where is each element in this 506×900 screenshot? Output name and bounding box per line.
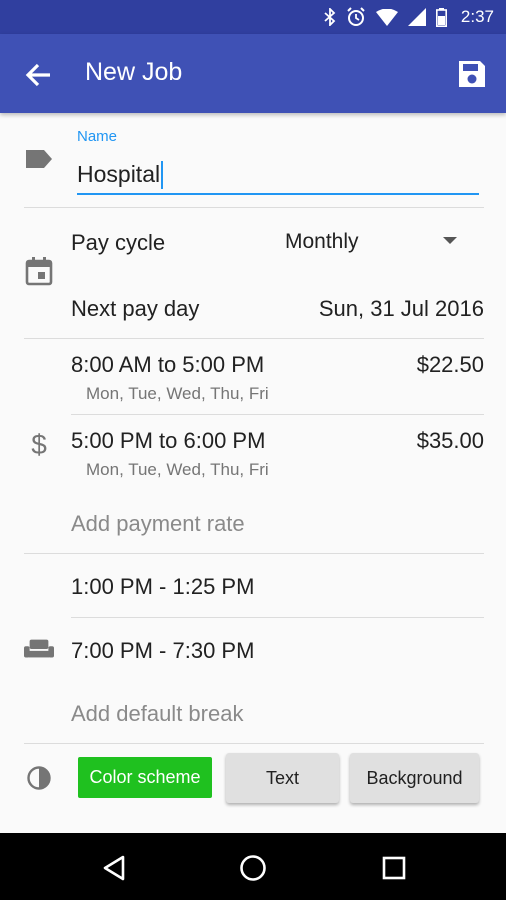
dollar-icon: $ <box>31 429 47 460</box>
add-default-break-button[interactable]: Add default break <box>71 701 243 727</box>
status-time: 2:37 <box>460 7 494 26</box>
rate-days: Mon, Tue, Wed, Thu, Fri <box>86 460 269 479</box>
text-caret <box>161 161 164 189</box>
next-pay-day-value[interactable]: Sun, 31 Jul 2016 <box>319 296 484 322</box>
back-triangle-icon[interactable] <box>97 851 131 885</box>
pay-cycle-select[interactable]: Monthly <box>285 230 359 254</box>
color-scheme-button[interactable]: Color scheme <box>78 757 212 798</box>
back-arrow-icon[interactable] <box>22 58 56 92</box>
pay-cycle-label: Pay cycle <box>71 230 166 255</box>
rate-days: Mon, Tue, Wed, Thu, Fri <box>86 384 269 403</box>
divider <box>24 207 484 208</box>
divider <box>24 553 484 554</box>
rate-time: 8:00 AM to 5:00 PM <box>71 352 265 377</box>
wifi-icon <box>375 8 398 26</box>
alarm-icon <box>346 7 366 27</box>
background-color-button[interactable]: Background <box>350 753 479 803</box>
label-tag-icon <box>24 144 54 174</box>
couch-icon <box>24 634 54 664</box>
recents-square-icon[interactable] <box>377 851 411 885</box>
chevron-down-icon[interactable] <box>443 237 457 244</box>
rate-amount: $22.50 <box>416 352 484 377</box>
name-field[interactable]: Hospital <box>77 157 479 195</box>
home-circle-icon[interactable] <box>236 851 270 885</box>
divider <box>24 338 484 339</box>
divider <box>71 414 484 415</box>
rate-time: 5:00 PM to 6:00 PM <box>71 428 266 453</box>
save-icon[interactable] <box>456 58 488 90</box>
contrast-icon <box>24 763 54 793</box>
system-nav-bar <box>0 833 506 900</box>
break-item[interactable]: 7:00 PM - 7:30 PM <box>71 638 254 664</box>
next-pay-day-label: Next pay day <box>71 296 200 321</box>
text-color-button[interactable]: Text <box>226 753 339 803</box>
break-item[interactable]: 1:00 PM - 1:25 PM <box>71 574 254 600</box>
rate-amount: $35.00 <box>416 428 484 453</box>
calendar-icon <box>24 256 54 286</box>
add-payment-rate-button[interactable]: Add payment rate <box>71 511 245 537</box>
bluetooth-icon <box>324 8 336 26</box>
signal-icon <box>407 8 426 26</box>
name-field-label: Name <box>77 128 118 145</box>
page-title: New Job <box>85 58 183 86</box>
divider <box>24 743 484 744</box>
status-bar: 2:37 <box>0 0 506 34</box>
app-bar: New Job <box>0 34 506 113</box>
divider <box>71 617 484 618</box>
battery-icon <box>435 7 447 27</box>
name-field-value: Hospital <box>77 161 161 187</box>
